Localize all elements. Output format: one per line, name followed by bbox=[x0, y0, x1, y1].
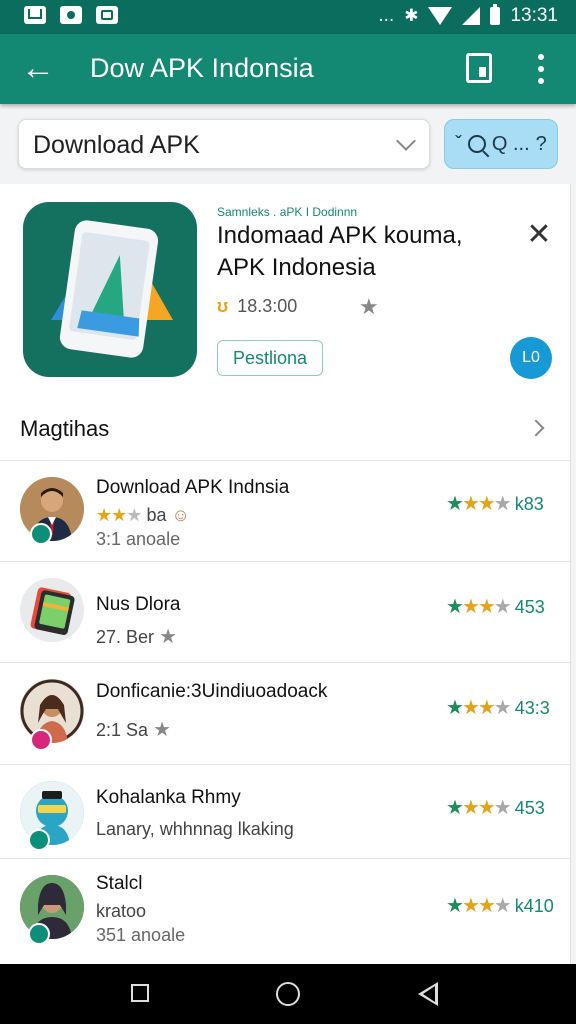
recents-icon[interactable] bbox=[131, 984, 149, 1002]
app-logo-icon[interactable] bbox=[23, 202, 197, 377]
list-item[interactable]: Stalcl kratoo 351 anoale ★★★★ k410 bbox=[0, 859, 570, 959]
fab-button[interactable]: L0 bbox=[510, 337, 552, 379]
fire-icon: ʊ bbox=[217, 296, 229, 316]
item-title: Download APK Indnsia bbox=[96, 477, 290, 498]
item-rating: ★★★★ k410 bbox=[446, 895, 554, 917]
list-item[interactable]: Nus Dlora 27. Ber ★ ★★★★ 453 bbox=[0, 562, 570, 662]
battery-icon bbox=[490, 4, 501, 25]
signal-icon bbox=[462, 7, 481, 25]
item-rating: ★★★★ 453 bbox=[446, 596, 545, 618]
home-icon[interactable] bbox=[276, 982, 300, 1006]
item-subtitle: Lanary, whhnnag lkaking bbox=[96, 819, 294, 839]
badge-icon bbox=[28, 829, 50, 851]
toolbar-title: Dow APK Indonsia bbox=[90, 53, 314, 83]
star-icon[interactable]: ★ bbox=[359, 294, 379, 320]
item-rating-value: k410 bbox=[514, 896, 554, 916]
featured-action-button[interactable]: Pestliona bbox=[217, 340, 323, 376]
item-subtitle-text: ba bbox=[146, 505, 167, 525]
store-icon bbox=[96, 6, 118, 24]
item-rating: ★★★★ 453 bbox=[446, 797, 545, 819]
item-rating-value: 453 bbox=[514, 597, 545, 617]
item-rating: ★★★★ k83 bbox=[446, 493, 544, 515]
item-rating-value: 453 bbox=[514, 798, 545, 818]
badge-icon bbox=[30, 523, 52, 545]
item-meta: 351 anoale bbox=[96, 925, 186, 945]
back-arrow-icon[interactable]: ← bbox=[18, 50, 58, 88]
avatar bbox=[20, 679, 84, 743]
status-dots: ... bbox=[378, 5, 395, 26]
status-bar: ... ✱ 13:31 bbox=[0, 0, 576, 34]
list-item[interactable]: Donficanie:3Uindiuoadoack 2:1 Sa ★ ★★★★ … bbox=[0, 663, 570, 763]
back-triangle-icon[interactable] bbox=[418, 982, 438, 1006]
item-title: Nus Dlora bbox=[96, 594, 181, 615]
star-icon: ★ bbox=[159, 626, 177, 648]
item-subtitle-text: 27. Ber bbox=[96, 627, 155, 647]
dropdown-value: Download APK bbox=[33, 131, 200, 159]
item-rating-value: k83 bbox=[514, 494, 544, 514]
item-title: Donficanie:3Uindiuoadoack bbox=[96, 681, 328, 702]
close-icon[interactable]: ✕ bbox=[526, 220, 552, 250]
chevron-down-icon bbox=[396, 131, 416, 151]
avatar bbox=[20, 578, 84, 642]
item-subtitle-text: 2:1 Sa bbox=[96, 720, 149, 740]
item-title: Stalcl bbox=[96, 873, 143, 894]
camera-icon bbox=[60, 6, 82, 24]
badge-icon bbox=[28, 923, 50, 945]
bookmark-icon[interactable] bbox=[466, 53, 492, 83]
item-rating: ★★★★ 43:3 bbox=[446, 697, 550, 719]
item-subtitle: 27. Ber ★ bbox=[96, 624, 177, 649]
featured-rating-count: 18.3:00 bbox=[237, 296, 298, 316]
search-button-prefix: ˇ bbox=[455, 132, 462, 155]
item-subtitle: ★★★ ba ☺ bbox=[96, 505, 190, 525]
more-vert-icon[interactable] bbox=[528, 54, 554, 84]
search-button-suffix: ? bbox=[535, 132, 547, 155]
badge-icon bbox=[30, 729, 52, 751]
featured-rating: ʊ 18.3:00 ★ bbox=[217, 294, 387, 320]
item-rating-value: 43:3 bbox=[514, 698, 550, 718]
list-item[interactable]: Download APK Indnsia ★★★ ba ☺ 3:1 anoale… bbox=[0, 461, 570, 561]
app-toolbar: ← Dow APK Indonsia bbox=[0, 34, 576, 104]
category-dropdown[interactable]: Download APK bbox=[18, 119, 430, 169]
search-button-label: Q ... bbox=[491, 132, 530, 155]
mail-icon bbox=[24, 6, 46, 24]
featured-title[interactable]: Indomaad APK kouma, APK Indonesia bbox=[217, 220, 507, 284]
list-item[interactable]: Kohalanka Rhmy Lanary, whhnnag lkaking ★… bbox=[0, 765, 570, 865]
bluetooth-icon: ✱ bbox=[404, 6, 419, 25]
section-title: Magtihas bbox=[20, 416, 110, 441]
item-meta: 3:1 anoale bbox=[96, 529, 181, 549]
item-subtitle: kratoo bbox=[96, 901, 147, 921]
status-time: 13:31 bbox=[510, 5, 558, 26]
featured-meta: Samnleks . aPK I Dodinnn bbox=[217, 205, 358, 219]
star-icon: ★ bbox=[153, 719, 171, 741]
wifi-icon bbox=[428, 7, 453, 25]
system-nav-bar bbox=[0, 964, 576, 1024]
search-button[interactable]: ˇ Q ... ? bbox=[444, 119, 558, 169]
item-subtitle: 2:1 Sa ★ bbox=[96, 717, 171, 742]
search-icon bbox=[467, 135, 486, 153]
item-title: Kohalanka Rhmy bbox=[96, 787, 241, 808]
